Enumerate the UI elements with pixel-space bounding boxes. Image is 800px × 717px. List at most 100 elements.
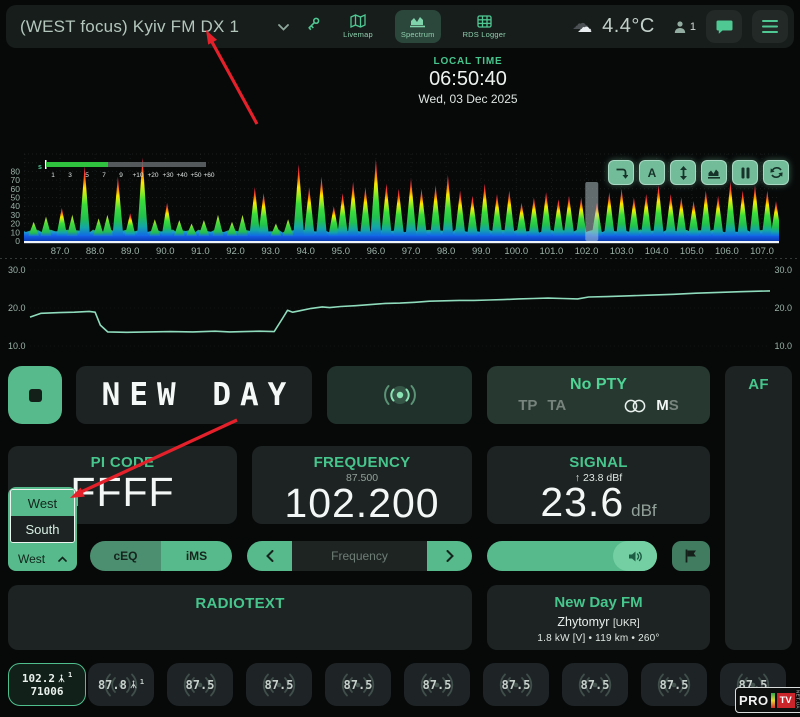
preset-frequency: 87.5 [344, 678, 373, 692]
preset-button[interactable]: 87.5 [483, 663, 549, 706]
antenna-option-south[interactable]: South [11, 516, 74, 542]
frequency-stepper [247, 541, 472, 571]
signal-value: 23.6 [540, 481, 624, 524]
chevron-right-icon [446, 550, 454, 562]
transmitter-mast-icon [57, 674, 66, 683]
nav-spectrum[interactable]: Spectrum [395, 10, 441, 43]
antenna-select[interactable]: West [10, 546, 75, 571]
transmitter-mast-icon [129, 680, 138, 689]
preset-button[interactable]: 87.5 [641, 663, 707, 706]
tp-flag: TP [518, 397, 537, 414]
frequency-panel: FREQUENCY 87.500 102.200 [252, 446, 472, 524]
auto-mode-button[interactable]: A [639, 160, 665, 185]
ms-flag: MS [656, 397, 679, 414]
pty-panel: No PTY TP TA MS [487, 366, 710, 424]
frequency-up-button[interactable] [427, 541, 472, 571]
svg-text:94.0: 94.0 [296, 246, 315, 257]
svg-text:10.0: 10.0 [774, 341, 792, 351]
af-panel: AF [725, 366, 792, 650]
signal-history-chart: 30.030.020.020.010.010.0 [0, 258, 800, 358]
spectrum-mode-button[interactable] [701, 160, 727, 185]
svg-text:103.0: 103.0 [610, 246, 634, 257]
svg-text:87.0: 87.0 [51, 246, 70, 257]
svg-text:+50: +50 [190, 172, 201, 179]
svg-text:100.0: 100.0 [504, 246, 528, 257]
svg-text:30.0: 30.0 [8, 265, 26, 275]
radiotext-label: RADIOTEXT [8, 595, 472, 612]
preset-button[interactable]: 87.81 [88, 663, 154, 706]
svg-text:9: 9 [119, 172, 123, 179]
chat-bubble-icon [716, 19, 733, 35]
broadcast-button[interactable] [327, 366, 472, 424]
station-name[interactable]: New Day FM [487, 594, 710, 611]
af-label: AF [725, 376, 792, 393]
preset-frequency: 87.5 [502, 678, 531, 692]
turn-down-arrow-button[interactable] [608, 160, 634, 185]
eq-ims-toggle: cEQ iMS [90, 541, 232, 571]
preset-button[interactable]: 87.5 [404, 663, 470, 706]
s-meter: s13579+10+20+30+40+50+60 [38, 160, 215, 179]
menu-button[interactable] [752, 10, 788, 43]
rds-ps-panel: NEW DAY [76, 366, 312, 424]
users-counter: 1 [673, 20, 696, 34]
map-icon [350, 14, 366, 28]
nav-livemap[interactable]: Livemap [337, 10, 379, 43]
svg-text:30.0: 30.0 [774, 265, 792, 275]
station-info-panel: New Day FM Zhytomyr [UKR] 1.8 kW [V] • 1… [487, 585, 710, 650]
frequency-input[interactable] [292, 549, 427, 563]
preset-button[interactable]: 102.2171006 [8, 663, 86, 706]
volume-handle[interactable] [613, 541, 657, 571]
svg-text:106.0: 106.0 [715, 246, 739, 257]
frequency-down-button[interactable] [247, 541, 292, 571]
scale-updown-button[interactable] [670, 160, 696, 185]
chat-button[interactable] [706, 10, 742, 43]
ims-button[interactable]: iMS [161, 541, 232, 571]
logo-pro-text: PRO [739, 693, 769, 708]
nav-rds-logger-label: RDS Logger [463, 30, 506, 39]
spectrum-chart-icon [409, 14, 426, 28]
logo-tv-text: TV [777, 693, 795, 708]
local-time-widget: LOCAL TIME 06:50:40 Wed, 03 Dec 2025 [368, 56, 568, 106]
signal-panel: SIGNAL ↑ 23.8 dBf 23.6 dBf [487, 446, 710, 524]
stop-playback-button[interactable] [8, 366, 62, 424]
speaker-icon [628, 550, 643, 563]
pause-button[interactable] [732, 160, 758, 185]
frequency-label: FREQUENCY [252, 454, 472, 471]
antenna-option-west[interactable]: West [11, 490, 74, 516]
signal-label: SIGNAL [487, 454, 710, 471]
top-bar: (WEST focus) Kyiv FM DX 1 Livemap Spectr… [6, 5, 794, 48]
svg-text:102.0: 102.0 [575, 246, 599, 257]
svg-text:0: 0 [15, 236, 20, 246]
svg-text:98.0: 98.0 [437, 246, 456, 257]
svg-text:93.0: 93.0 [261, 246, 280, 257]
volume-slider[interactable] [487, 541, 657, 571]
svg-text:7: 7 [102, 172, 106, 179]
chevron-down-icon[interactable] [278, 18, 289, 36]
preset-button[interactable]: 87.5 [325, 663, 391, 706]
ceq-button[interactable]: cEQ [90, 541, 161, 571]
fmdx-webserver-app: (WEST focus) Kyiv FM DX 1 Livemap Spectr… [0, 0, 800, 717]
nav-rds-logger[interactable]: RDS Logger [457, 11, 512, 43]
refresh-button[interactable] [763, 160, 789, 185]
svg-text:20.0: 20.0 [774, 303, 792, 313]
local-time-date: Wed, 03 Dec 2025 [368, 92, 568, 106]
svg-text:+60: +60 [203, 172, 214, 179]
svg-text:101.0: 101.0 [540, 246, 564, 257]
station-details: 1.8 kW [V] • 119 km • 260° [487, 633, 710, 644]
flag-icon [685, 549, 697, 563]
station-location: Zhytomyr [UKR] [487, 615, 710, 629]
preset-antenna-badge: 1 [68, 671, 72, 679]
svg-text:+20: +20 [147, 172, 158, 179]
svg-text:95.0: 95.0 [332, 246, 351, 257]
svg-text:97.0: 97.0 [402, 246, 421, 257]
report-flag-button[interactable] [672, 541, 710, 571]
protv-logo: PRO TV NET.UA [735, 687, 800, 713]
svg-text:96.0: 96.0 [367, 246, 386, 257]
key-icon[interactable] [305, 16, 321, 37]
preset-button[interactable]: 87.5 [167, 663, 233, 706]
auto-label: A [648, 166, 657, 180]
server-title[interactable]: (WEST focus) Kyiv FM DX 1 [20, 17, 239, 37]
preset-button[interactable]: 87.5 [246, 663, 312, 706]
preset-button[interactable]: 87.5 [562, 663, 628, 706]
logo-stripe [771, 693, 775, 708]
